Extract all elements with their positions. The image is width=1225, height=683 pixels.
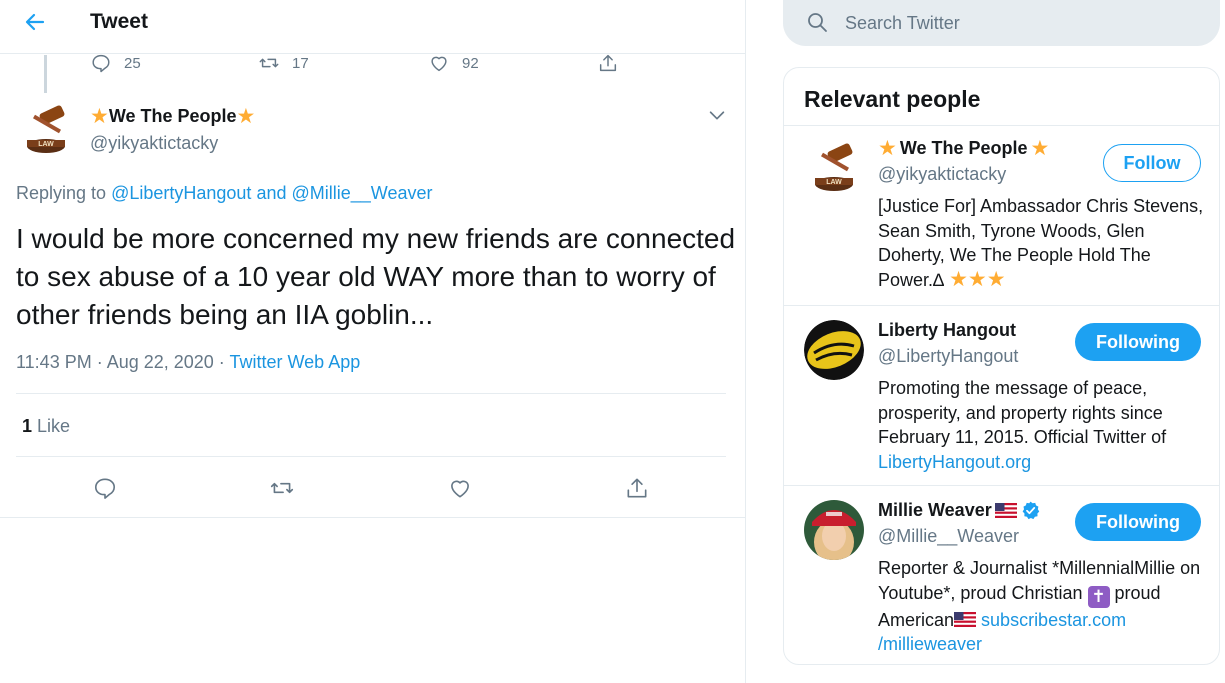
share-icon [627, 478, 647, 498]
person-name[interactable]: Liberty Hangout [878, 320, 1016, 341]
replying-to: Replying to @LibertyHangout and @Millie_… [16, 183, 433, 204]
bio-link[interactable]: /millieweaver [878, 634, 982, 654]
divider [16, 393, 726, 394]
person-card[interactable]: Millie Weaver @Millie__Weaver Following … [784, 500, 1219, 660]
replying-and[interactable]: and [256, 183, 286, 203]
person-bio: Reporter & Journalist *MillennialMillie … [878, 556, 1210, 657]
person-handle[interactable]: @LibertyHangout [878, 346, 1018, 367]
star-icon: ★ [236, 105, 256, 128]
latin-cross-icon: ✝ [1087, 585, 1110, 608]
like-icon [451, 480, 469, 498]
divider [0, 517, 745, 518]
author-name-text: We The People [108, 106, 237, 126]
person-name[interactable]: ★ We The People ★ [878, 138, 1049, 159]
person-handle[interactable]: @Millie__Weaver [878, 526, 1019, 547]
top-bar: Tweet [0, 0, 745, 54]
like-count: 1 [22, 416, 33, 436]
prev-reply-count: 25 [124, 54, 141, 72]
tweet-timestamp[interactable]: 11:43 PM · Aug 22, 2020 · [16, 352, 225, 372]
prev-reply-button[interactable]: 25 [90, 52, 141, 74]
reply-icon [92, 54, 110, 73]
like-label: Like [37, 416, 71, 436]
replying-prefix: Replying to [16, 183, 107, 203]
us-flag-icon [994, 503, 1017, 518]
author-handle[interactable]: @yikyaktictacky [90, 133, 218, 154]
relevant-people-panel: Relevant people LAW ★ We The People ★ @y… [783, 67, 1220, 665]
mention-link[interactable]: @LibertyHangout [111, 183, 251, 203]
panel-title: Relevant people [804, 86, 981, 112]
avatar[interactable]: LAW [804, 138, 864, 198]
bio-link[interactable]: LibertyHangout.org [878, 452, 1031, 472]
person-card[interactable]: Liberty Hangout @LibertyHangout Followin… [784, 320, 1219, 480]
person-card[interactable]: LAW ★ We The People ★ @yikyaktictacky Fo… [784, 138, 1219, 298]
mention-link[interactable]: @Millie__Weaver [292, 183, 433, 203]
like-button[interactable] [446, 474, 474, 502]
back-arrow-icon [25, 13, 45, 31]
gavel-law-image: LAW [16, 100, 76, 160]
star-icon: ★★★ [949, 267, 1006, 291]
prev-retweet-button[interactable]: 17 [258, 52, 309, 74]
retweet-icon [270, 482, 294, 494]
reply-icon [94, 478, 116, 499]
prev-like-count: 92 [462, 54, 479, 72]
divider [784, 485, 1219, 486]
star-icon: ★ [1030, 137, 1050, 160]
person-bio-text: Promoting the message of peace, prosperi… [878, 378, 1167, 448]
likes-count-link[interactable]: 1 Like [22, 416, 70, 437]
author-avatar[interactable]: LAW [16, 100, 76, 160]
tweet-text: I would be more concerned my new friends… [16, 223, 736, 330]
follow-button[interactable]: Follow [1103, 144, 1201, 182]
tweet-meta: 11:43 PM · Aug 22, 2020 · Twitter Web Ap… [16, 352, 360, 373]
share-icon [599, 54, 617, 72]
tweet-source-link[interactable]: Twitter Web App [230, 352, 361, 372]
thread-line [44, 55, 47, 93]
more-options-button[interactable] [706, 104, 728, 126]
prev-like-button[interactable]: 92 [428, 52, 479, 74]
person-name-text: Millie Weaver [878, 500, 992, 520]
svg-text:LAW: LAW [826, 179, 842, 186]
divider [784, 305, 1219, 306]
person-bio-text: [Justice For] Ambassador Chris Stevens, … [878, 196, 1204, 290]
chevron-down-icon [709, 111, 725, 120]
prev-share-button[interactable] [597, 52, 619, 74]
star-icon: ★ [90, 105, 109, 128]
us-flag-icon [954, 611, 977, 627]
millie-weaver-photo [804, 500, 864, 560]
following-button[interactable]: Following [1075, 503, 1201, 541]
reply-button[interactable] [91, 474, 119, 502]
main-column: Tweet 25 17 92 LAW ★ We The People ★ @yi… [0, 0, 746, 683]
gavel-law-image: LAW [804, 138, 864, 198]
person-name-text: We The People [899, 138, 1028, 158]
prev-retweet-count: 17 [292, 54, 309, 72]
share-button[interactable] [623, 474, 651, 502]
bio-link[interactable]: subscribestar.com [981, 610, 1126, 630]
search-input[interactable] [845, 8, 1185, 38]
svg-text:LAW: LAW [38, 141, 54, 148]
avatar[interactable] [804, 320, 864, 380]
star-icon: ★ [878, 137, 897, 160]
liberty-hangout-logo [804, 320, 864, 380]
person-handle[interactable]: @yikyaktictacky [878, 164, 1006, 185]
person-bio: [Justice For] Ambassador Chris Stevens, … [878, 194, 1210, 292]
like-icon [431, 56, 447, 72]
retweet-button[interactable] [268, 474, 296, 502]
page-title: Tweet [90, 10, 148, 33]
verified-icon [1022, 501, 1039, 520]
person-bio: Promoting the message of peace, prosperi… [878, 376, 1210, 474]
divider [16, 456, 726, 457]
retweet-icon [259, 58, 279, 68]
person-name[interactable]: Millie Weaver [878, 500, 1041, 521]
author-name[interactable]: ★ We The People ★ [90, 106, 255, 127]
avatar[interactable] [804, 500, 864, 560]
following-button[interactable]: Following [1075, 323, 1201, 361]
back-button[interactable] [18, 8, 52, 36]
divider [784, 125, 1219, 126]
search-bar[interactable] [783, 0, 1220, 46]
search-icon [808, 13, 827, 32]
